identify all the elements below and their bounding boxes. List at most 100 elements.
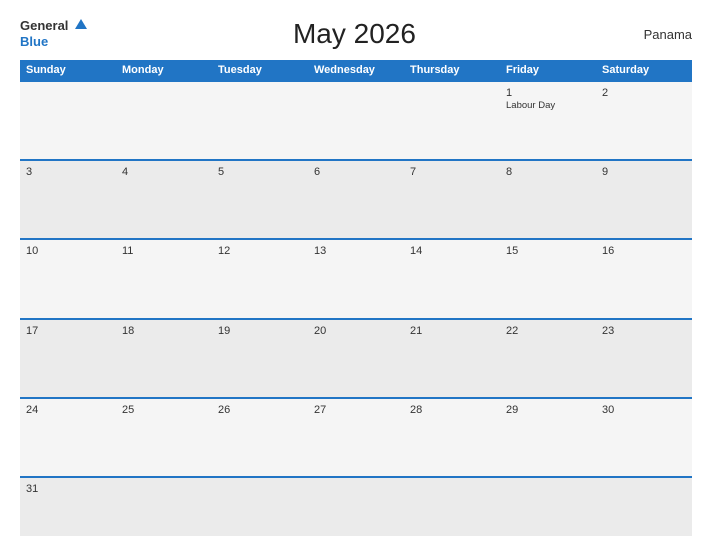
calendar-cell: 10 <box>20 240 116 317</box>
col-saturday: Saturday <box>596 60 692 80</box>
calendar-week-5: 24 25 26 27 28 29 30 <box>20 397 692 476</box>
day-number: 13 <box>314 245 398 257</box>
calendar-cell: 24 <box>20 399 116 476</box>
day-number: 16 <box>602 245 686 257</box>
calendar-cell: 14 <box>404 240 500 317</box>
day-number: 3 <box>26 166 110 178</box>
calendar-page: General Blue May 2026 Panama Sunday Mond… <box>0 0 712 550</box>
day-number: 4 <box>122 166 206 178</box>
day-number: 11 <box>122 245 206 257</box>
holiday-label: Labour Day <box>506 100 590 111</box>
calendar-cell: 4 <box>116 161 212 238</box>
day-number: 23 <box>602 325 686 337</box>
calendar-cell <box>500 478 596 536</box>
day-number: 8 <box>506 166 590 178</box>
calendar-cell: 12 <box>212 240 308 317</box>
calendar-cell: 25 <box>116 399 212 476</box>
day-number: 10 <box>26 245 110 257</box>
day-number: 2 <box>602 87 686 99</box>
calendar-cell: 8 <box>500 161 596 238</box>
calendar-header: Sunday Monday Tuesday Wednesday Thursday… <box>20 60 692 80</box>
calendar-cell <box>404 82 500 159</box>
calendar: Sunday Monday Tuesday Wednesday Thursday… <box>20 60 692 536</box>
col-friday: Friday <box>500 60 596 80</box>
calendar-week-2: 3456789 <box>20 159 692 238</box>
day-number: 26 <box>218 404 302 416</box>
logo-general-text: General <box>20 18 68 33</box>
col-thursday: Thursday <box>404 60 500 80</box>
calendar-week-4: 17 18 19 20 21 22 23 <box>20 318 692 397</box>
header: General Blue May 2026 Panama <box>20 18 692 50</box>
logo-triangle-icon <box>75 19 87 29</box>
day-number: 22 <box>506 325 590 337</box>
day-number: 30 <box>602 404 686 416</box>
day-number: 12 <box>218 245 302 257</box>
calendar-cell: 21 <box>404 320 500 397</box>
day-number: 18 <box>122 325 206 337</box>
day-number: 20 <box>314 325 398 337</box>
col-sunday: Sunday <box>20 60 116 80</box>
calendar-cell: 2 <box>596 82 692 159</box>
calendar-cell <box>20 82 116 159</box>
calendar-cell <box>212 478 308 536</box>
calendar-cell <box>404 478 500 536</box>
calendar-cell: 9 <box>596 161 692 238</box>
calendar-cell <box>308 82 404 159</box>
calendar-cell: 26 <box>212 399 308 476</box>
calendar-body: 1Labour Day23456789101112131415161718192… <box>20 80 692 536</box>
calendar-cell: 23 <box>596 320 692 397</box>
day-number: 7 <box>410 166 494 178</box>
calendar-week-6: 31 <box>20 476 692 536</box>
day-number: 28 <box>410 404 494 416</box>
calendar-cell <box>308 478 404 536</box>
calendar-cell <box>212 82 308 159</box>
calendar-cell: 15 <box>500 240 596 317</box>
calendar-cell: 1Labour Day <box>500 82 596 159</box>
calendar-cell: 6 <box>308 161 404 238</box>
logo-blue-text: Blue <box>20 34 48 49</box>
calendar-cell: 28 <box>404 399 500 476</box>
calendar-cell: 18 <box>116 320 212 397</box>
calendar-cell <box>596 478 692 536</box>
calendar-cell: 22 <box>500 320 596 397</box>
day-number: 17 <box>26 325 110 337</box>
calendar-cell: 27 <box>308 399 404 476</box>
col-wednesday: Wednesday <box>308 60 404 80</box>
day-number: 5 <box>218 166 302 178</box>
day-number: 15 <box>506 245 590 257</box>
calendar-cell: 31 <box>20 478 116 536</box>
calendar-cell: 7 <box>404 161 500 238</box>
calendar-cell: 5 <box>212 161 308 238</box>
calendar-cell: 13 <box>308 240 404 317</box>
calendar-cell: 19 <box>212 320 308 397</box>
calendar-cell: 3 <box>20 161 116 238</box>
calendar-cell <box>116 82 212 159</box>
col-monday: Monday <box>116 60 212 80</box>
calendar-cell: 11 <box>116 240 212 317</box>
day-number: 6 <box>314 166 398 178</box>
country-label: Panama <box>622 27 692 42</box>
day-number: 19 <box>218 325 302 337</box>
col-tuesday: Tuesday <box>212 60 308 80</box>
calendar-week-3: 10 11 12 13 14 15 16 <box>20 238 692 317</box>
calendar-cell: 29 <box>500 399 596 476</box>
logo-bottom: Blue <box>20 34 87 50</box>
day-number: 31 <box>26 483 110 495</box>
logo-top: General <box>20 18 87 34</box>
day-number: 25 <box>122 404 206 416</box>
logo: General Blue <box>20 18 87 50</box>
day-number: 29 <box>506 404 590 416</box>
calendar-week-1: 1Labour Day 2 <box>20 80 692 159</box>
calendar-title: May 2026 <box>87 18 622 50</box>
calendar-cell <box>116 478 212 536</box>
calendar-cell: 20 <box>308 320 404 397</box>
day-number: 9 <box>602 166 686 178</box>
day-number: 24 <box>26 404 110 416</box>
day-number: 1 <box>506 87 590 99</box>
calendar-cell: 17 <box>20 320 116 397</box>
calendar-cell: 16 <box>596 240 692 317</box>
calendar-cell: 30 <box>596 399 692 476</box>
day-number: 14 <box>410 245 494 257</box>
day-number: 21 <box>410 325 494 337</box>
day-number: 27 <box>314 404 398 416</box>
